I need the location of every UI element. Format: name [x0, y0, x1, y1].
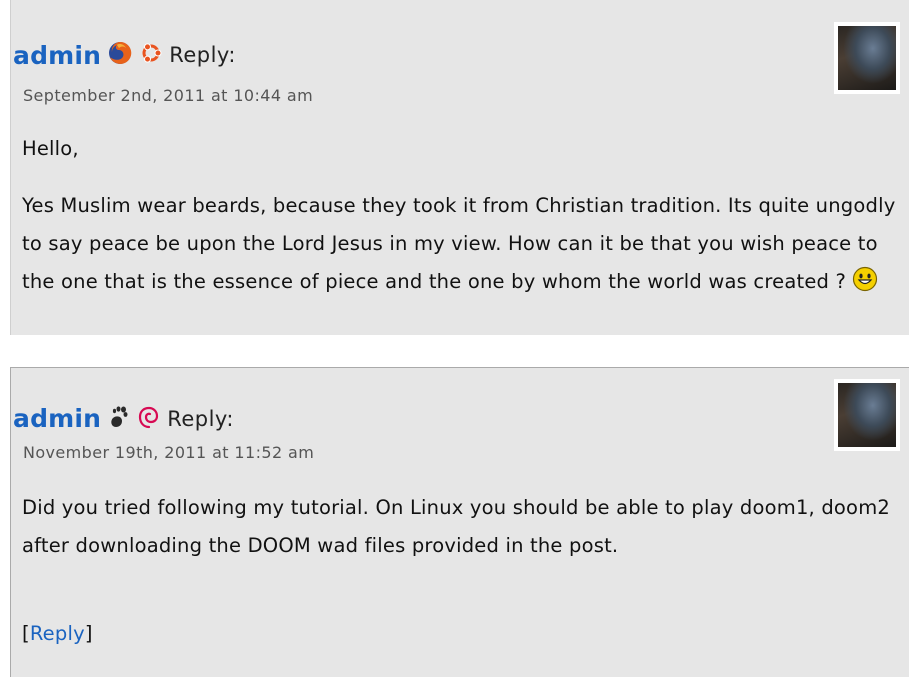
comment-2-avatar: [834, 379, 900, 451]
comment-1-reply-label: Reply:: [169, 43, 236, 67]
comment-1-author-row: admin Reply:: [13, 40, 236, 70]
reply-link[interactable]: Reply: [30, 622, 85, 645]
comment-2-reply-label: Reply:: [167, 406, 234, 431]
comment-1-paragraph-2-text: Yes Muslim wear beards, because they too…: [22, 194, 896, 293]
comment-2-author-link[interactable]: admin: [13, 404, 101, 433]
comment-1-paragraph-2: Yes Muslim wear beards, because they too…: [22, 187, 904, 305]
comment-2-reply-link-wrap: [Reply]: [22, 615, 904, 653]
comment-1-date: September 2nd, 2011 at 10:44 am: [23, 86, 314, 105]
comment-1-paragraph-1: Hello,: [22, 137, 79, 160]
ubuntu-icon: [139, 41, 163, 69]
comment-1-author-link[interactable]: admin: [13, 41, 101, 70]
debian-icon: [137, 405, 161, 433]
comment-2-paragraph-1: Did you tried following my tutorial. On …: [22, 496, 890, 557]
comment-2-author-row: admin Reply:: [13, 404, 234, 433]
reply-bracket-close: ]: [84, 622, 93, 645]
reply-bracket-open: [: [22, 622, 30, 645]
comment-2-date: November 19th, 2011 at 11:52 am: [23, 443, 315, 462]
comment-1-avatar: [834, 22, 900, 94]
gnome-icon: [107, 405, 131, 433]
firefox-icon: [107, 40, 133, 70]
smiley-icon: [852, 266, 878, 305]
